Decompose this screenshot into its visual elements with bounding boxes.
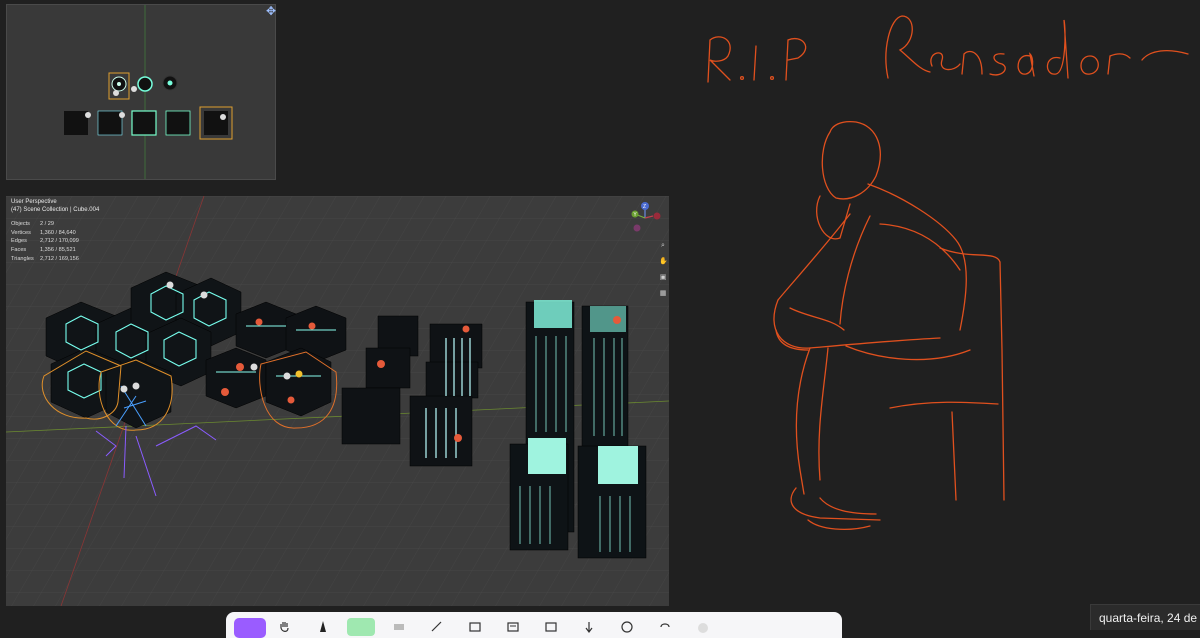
touch-tool-button[interactable] <box>575 618 603 636</box>
stat-row: Edges 2,712 / 170,099 <box>11 237 79 246</box>
lasso-icon <box>621 621 633 633</box>
z-axis-label: Z <box>643 204 646 210</box>
shapes-icon <box>469 622 481 632</box>
camera-icon[interactable]: ▣ <box>659 274 667 282</box>
ruler-tool-button[interactable] <box>423 618 451 636</box>
stat-value: 1,360 / 84,640 <box>40 229 76 236</box>
ruler-icon <box>431 621 442 632</box>
sketch-drawing <box>707 15 1189 530</box>
neg-x-axis-icon[interactable] <box>633 224 641 232</box>
select-tool-button[interactable] <box>234 618 266 638</box>
navigation-gizmo[interactable]: Z Y <box>627 200 663 236</box>
x-axis-icon[interactable] <box>653 212 661 220</box>
stat-key: Objects <box>11 221 30 227</box>
more-icon <box>698 623 708 633</box>
taskbar-date[interactable]: quarta-feira, 24 de <box>1090 604 1200 630</box>
perspective-label: User Perspective <box>11 199 57 205</box>
stat-value: 2 / 29 <box>40 221 54 227</box>
hand-icon <box>280 622 289 632</box>
stat-value: 2,712 / 170,099 <box>40 238 79 245</box>
stat-row: Faces 1,356 / 85,521 <box>11 246 79 255</box>
highlighter-tool-button[interactable] <box>347 618 375 636</box>
stat-row: Vertices 1,360 / 84,640 <box>11 229 79 238</box>
pen-icon <box>320 621 326 632</box>
stat-key: Faces <box>11 247 27 254</box>
stat-value: 2,712 / 169,156 <box>40 255 79 262</box>
more-tool-button[interactable] <box>689 618 717 636</box>
undo-icon <box>660 623 670 628</box>
eraser-tool-button[interactable] <box>385 618 413 636</box>
drawing-toolbar <box>226 612 842 638</box>
lasso-tool-button[interactable] <box>613 618 641 636</box>
top-viewport[interactable] <box>6 4 276 180</box>
touch-icon <box>585 622 593 633</box>
pin-icon[interactable]: ✥ <box>266 4 276 18</box>
hand-tool-button[interactable] <box>271 618 299 636</box>
pan-hand-icon[interactable]: ✋ <box>659 258 668 266</box>
stat-row: Objects 2 / 29 <box>11 220 79 229</box>
shapes-tool-button[interactable] <box>461 618 489 636</box>
stat-key: Edges <box>11 238 27 245</box>
image-tool-button[interactable] <box>537 618 565 636</box>
perspective-viewport[interactable]: User Perspective (47) Scene Collection |… <box>6 196 669 606</box>
stat-key: Triangles <box>11 255 34 262</box>
text-tool-button[interactable] <box>499 618 527 636</box>
eraser-icon <box>394 624 404 630</box>
stat-row: Triangles 2,712 / 169,156 <box>11 255 79 264</box>
scene-statistics: Objects 2 / 29 Vertices 1,360 / 84,640 Edg… <box>11 220 79 264</box>
stat-value: 1,356 / 85,521 <box>40 247 76 254</box>
stat-key: Vertices <box>11 229 31 236</box>
zoom-icon[interactable]: ⌕ <box>659 242 667 250</box>
grid-icon[interactable]: ▦ <box>659 290 667 298</box>
undo-tool-button[interactable] <box>651 618 679 636</box>
image-icon <box>545 622 557 632</box>
text-icon <box>507 622 519 632</box>
collection-label: (47) Scene Collection | Cube.004 <box>11 207 100 213</box>
pen-tool-button[interactable] <box>309 618 337 636</box>
